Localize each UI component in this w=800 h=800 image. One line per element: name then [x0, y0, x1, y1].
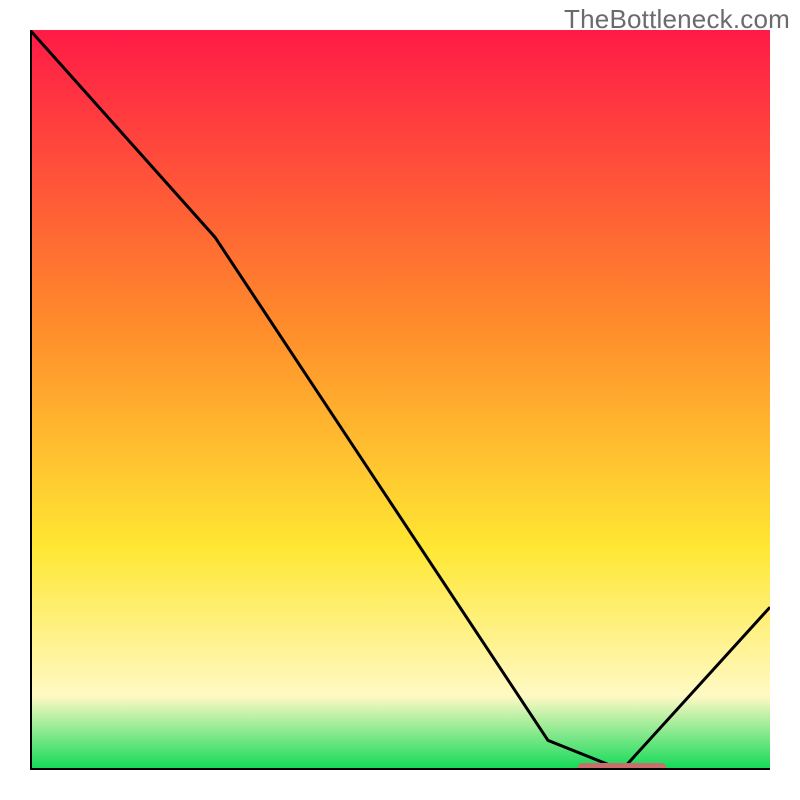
gradient-background [30, 30, 770, 770]
chart-container: TheBottleneck.com [0, 0, 800, 800]
plot-area [30, 30, 770, 770]
chart-svg [30, 30, 770, 770]
